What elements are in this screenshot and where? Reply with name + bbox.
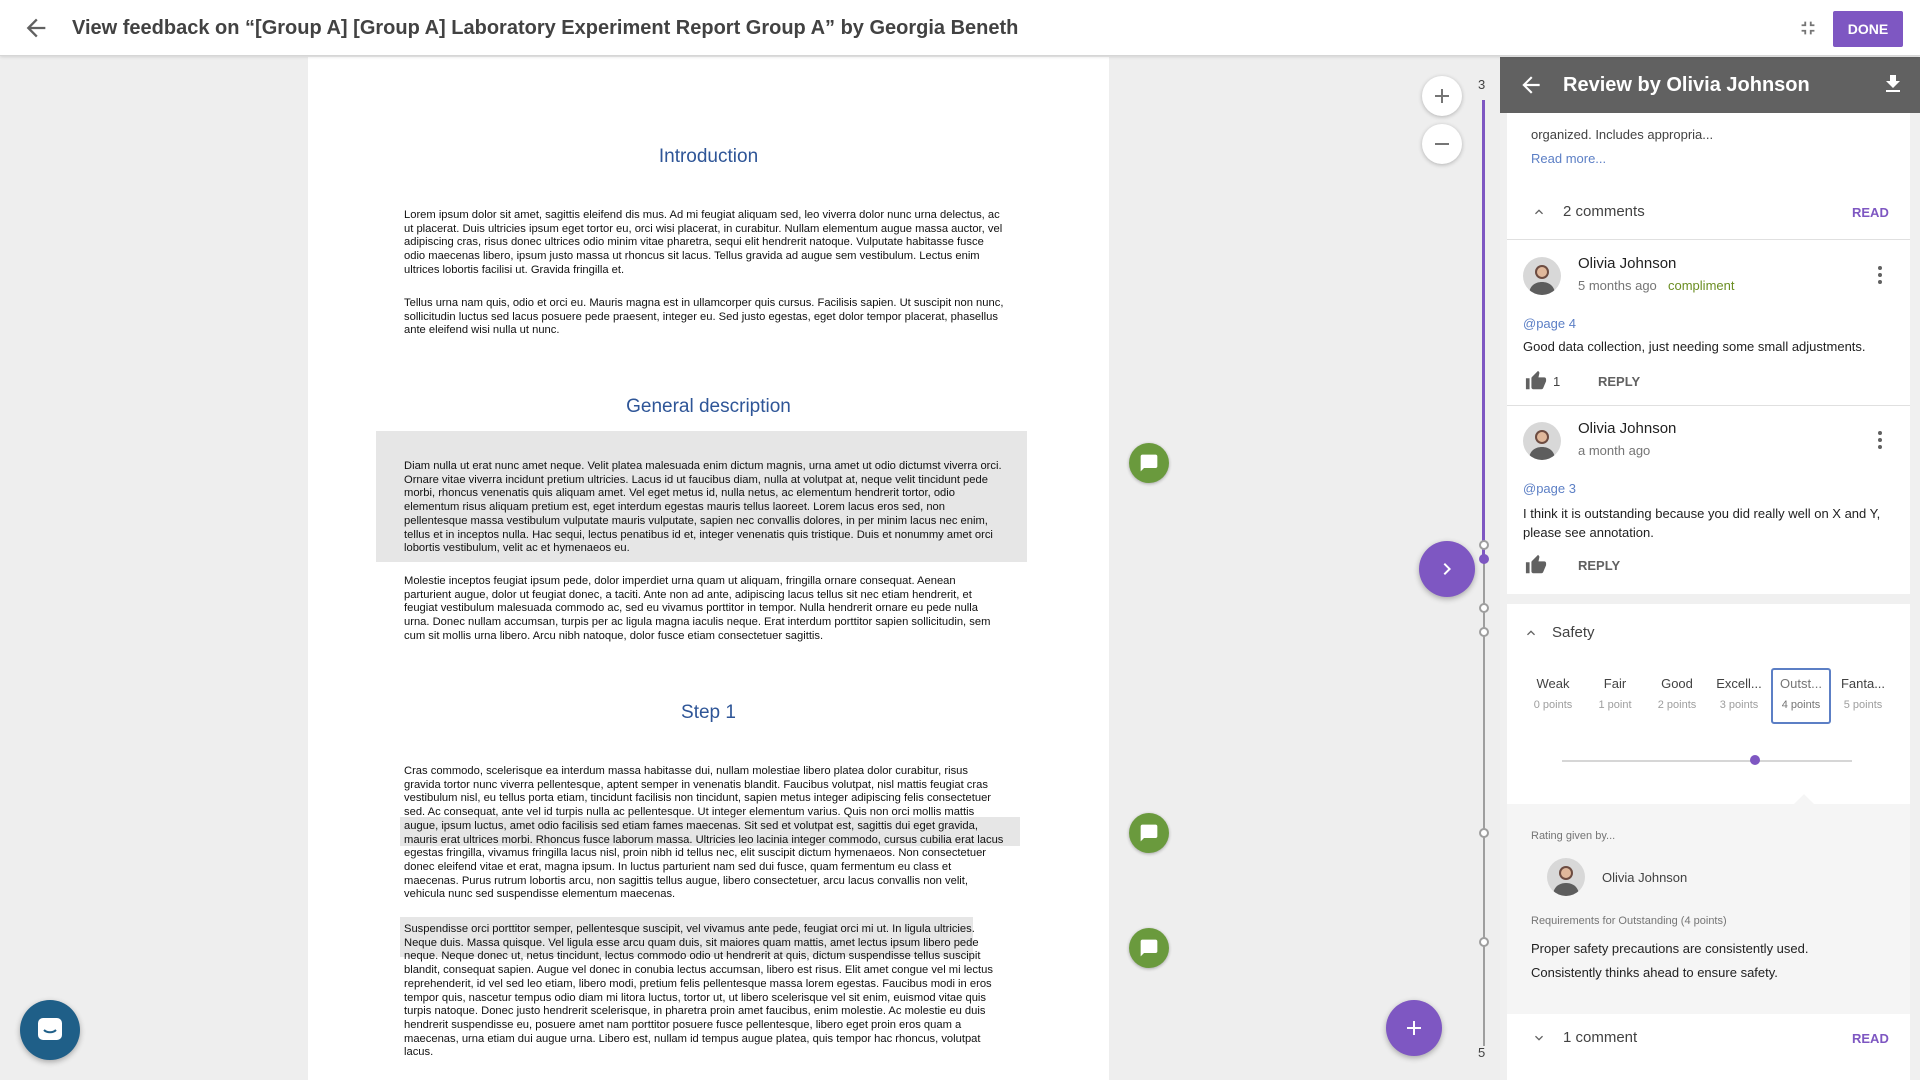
top-bar: View feedback on “[Group A] [Group A] La… <box>0 0 1920 56</box>
timeline-marker[interactable] <box>1479 540 1489 550</box>
zoom-out-button[interactable] <box>1422 124 1462 164</box>
document-page: Introduction Lorem ipsum dolor sit amet,… <box>308 57 1109 1080</box>
comment-tag: compliment <box>1668 278 1735 293</box>
back-arrow-icon[interactable] <box>1518 72 1544 98</box>
plus-icon <box>1435 89 1449 103</box>
comment-pin-button[interactable] <box>1129 813 1169 853</box>
page-title: View feedback on “[Group A] [Group A] La… <box>72 17 1019 39</box>
collapse-icon[interactable] <box>1797 17 1819 39</box>
paragraph: Cras commodo, scelerisque ea interdum ma… <box>404 765 1004 901</box>
rating-level-outstanding[interactable]: Outst... 4 points <box>1771 668 1831 724</box>
download-icon[interactable] <box>1881 72 1905 96</box>
rating-slider-thumb[interactable] <box>1749 755 1760 765</box>
timeline-marker[interactable] <box>1479 627 1489 637</box>
criterion-card: Safety Weak 0 points Fair 1 point Good 2 po… <box>1507 604 1910 1034</box>
comments-count[interactable]: 1 comment <box>1563 1029 1637 1046</box>
paragraph: Tellus urna nam quis, odio et orci eu. M… <box>404 297 1004 337</box>
add-comment-button[interactable] <box>1386 1000 1442 1056</box>
divider <box>1507 239 1910 240</box>
paragraph: Suspendisse orci porttitor semper, pelle… <box>404 923 993 1059</box>
timeline-marker[interactable] <box>1479 603 1489 613</box>
bottom-comments-card: 1 comment READ <box>1507 1014 1910 1080</box>
rating-level-fair[interactable]: Fair 1 point <box>1585 668 1645 724</box>
back-arrow-icon[interactable] <box>22 14 50 42</box>
timeline-start-number: 3 <box>1478 77 1486 92</box>
requirements-label: Requirements for Outstanding (4 points) <box>1531 915 1727 927</box>
comment-time: 5 months ago <box>1578 278 1657 293</box>
chevron-up-icon[interactable] <box>1523 625 1539 641</box>
done-button[interactable]: DONE <box>1833 11 1903 47</box>
divider <box>1507 405 1910 406</box>
minus-icon <box>1435 143 1449 145</box>
chevron-right-icon <box>1443 563 1451 575</box>
rating-slider-track[interactable] <box>1562 760 1852 762</box>
timeline-marker[interactable] <box>1479 828 1489 838</box>
chat-support-button[interactable] <box>20 1000 80 1060</box>
more-vert-icon[interactable] <box>1877 430 1883 450</box>
timeline-progress <box>1482 100 1485 558</box>
like-count: 1 <box>1553 374 1561 389</box>
avatar <box>1547 858 1585 896</box>
comment-icon <box>1140 939 1158 957</box>
thumbs-up-icon[interactable] <box>1525 554 1547 576</box>
avatar <box>1523 422 1561 460</box>
comment-pin-button[interactable] <box>1129 443 1169 483</box>
rating-given-by-label: Rating given by... <box>1531 830 1616 842</box>
review-panel-header: Review by Olivia Johnson <box>1500 57 1920 113</box>
read-comments-button[interactable]: READ <box>1852 205 1889 220</box>
paragraph: Lorem ipsum dolor sit amet, sagittis ele… <box>404 209 1003 276</box>
comment-author: Olivia Johnson <box>1578 420 1677 437</box>
section-heading: General description <box>626 396 791 417</box>
thumbs-up-icon[interactable] <box>1525 370 1547 392</box>
section-heading: Step 1 <box>681 702 736 723</box>
timeline-marker[interactable] <box>1479 937 1489 947</box>
comment-icon <box>1140 454 1158 472</box>
more-vert-icon[interactable] <box>1877 265 1883 285</box>
rating-levels: Weak 0 points Fair 1 point Good 2 points Ex… <box>1517 660 1907 740</box>
comments-count[interactable]: 2 comments <box>1563 203 1645 220</box>
paragraph: Molestie inceptos feugiat ipsum pede, do… <box>404 575 991 642</box>
timeline-end-number: 5 <box>1478 1045 1486 1060</box>
plus-icon <box>1407 1021 1421 1035</box>
section-heading: Introduction <box>658 146 759 167</box>
comment-pin-button[interactable] <box>1129 928 1169 968</box>
comment-text: Good data collection, just needing some … <box>1523 339 1866 354</box>
avatar <box>1523 257 1561 295</box>
paragraph: Diam nulla ut erat nunc amet neque. Veli… <box>404 460 1002 555</box>
summary-text: organized. Includes appropria... <box>1531 127 1714 142</box>
page-reference-link[interactable]: @page 4 <box>1523 316 1576 331</box>
comment-time: a month ago <box>1578 443 1651 458</box>
rater-name: Olivia Johnson <box>1602 870 1688 885</box>
chat-icon <box>38 1018 62 1040</box>
reply-button[interactable]: REPLY <box>1578 558 1620 573</box>
chevron-down-icon[interactable] <box>1531 1030 1547 1046</box>
rating-level-good[interactable]: Good 2 points <box>1647 668 1707 724</box>
zoom-in-button[interactable] <box>1422 76 1462 116</box>
chevron-up-icon[interactable] <box>1531 204 1547 220</box>
reply-button[interactable]: REPLY <box>1598 374 1640 389</box>
review-panel: Review by Olivia Johnson organized. Incl… <box>1500 57 1920 1080</box>
review-title: Review by Olivia Johnson <box>1563 74 1810 96</box>
read-comments-button[interactable]: READ <box>1852 1031 1889 1046</box>
rating-level-excellent[interactable]: Excell... 3 points <box>1709 668 1769 724</box>
rating-level-weak[interactable]: Weak 0 points <box>1523 668 1583 724</box>
requirements-text: Proper safety precautions are consistent… <box>1531 941 1809 980</box>
criterion-name: Safety <box>1552 624 1595 641</box>
comment-text: I think it is outstanding because you di… <box>1523 506 1881 540</box>
timeline-marker-current[interactable] <box>1479 554 1489 564</box>
comment-icon <box>1140 824 1158 842</box>
read-more-link[interactable]: Read more... <box>1531 151 1606 166</box>
next-annotation-button[interactable] <box>1419 541 1475 597</box>
rating-level-fantastic[interactable]: Fanta... 5 points <box>1833 668 1893 724</box>
page-reference-link[interactable]: @page 3 <box>1523 481 1576 496</box>
comments-card: 2 comments READ Olivia Johnson 5 months … <box>1507 184 1910 594</box>
comment-author: Olivia Johnson <box>1578 255 1677 272</box>
